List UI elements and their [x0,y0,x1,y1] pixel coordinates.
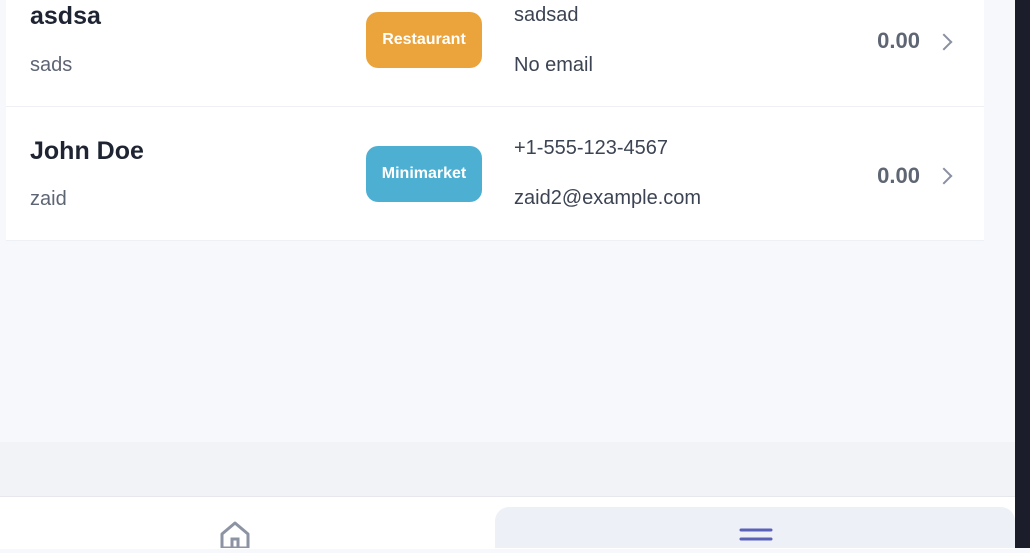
footer-band [0,442,1015,496]
chevron-right-icon[interactable] [935,167,953,185]
entry-subtitle: sads [30,54,73,76]
contact-secondary: zaid2@example.com [514,187,702,209]
category-badge: Minimarket [366,146,482,202]
entry-subtitle: zaid [30,188,67,210]
contact-primary: sadsad [514,4,579,26]
list-item[interactable]: John Doe zaid Minimarket +1-555-123-4567… [6,107,984,241]
menu-icon[interactable] [739,527,773,548]
chevron-right-icon[interactable] [935,33,953,51]
category-badge: Restaurant [366,12,482,68]
amount: 0.00 [877,163,920,188]
window-edge [1015,0,1030,548]
contact-secondary: No email [514,54,593,76]
entry-name: asdsa [30,2,101,30]
amount: 0.00 [877,28,920,53]
contact-primary: +1-555-123-4567 [514,137,669,159]
entry-list: asdsa sads Restaurant sadsad No email 0.… [6,0,984,241]
list-item[interactable]: asdsa sads Restaurant sadsad No email 0.… [6,0,984,107]
home-icon[interactable] [218,520,252,550]
entry-name: John Doe [30,137,144,165]
screen: asdsa sads Restaurant sadsad No email 0.… [0,0,1015,550]
